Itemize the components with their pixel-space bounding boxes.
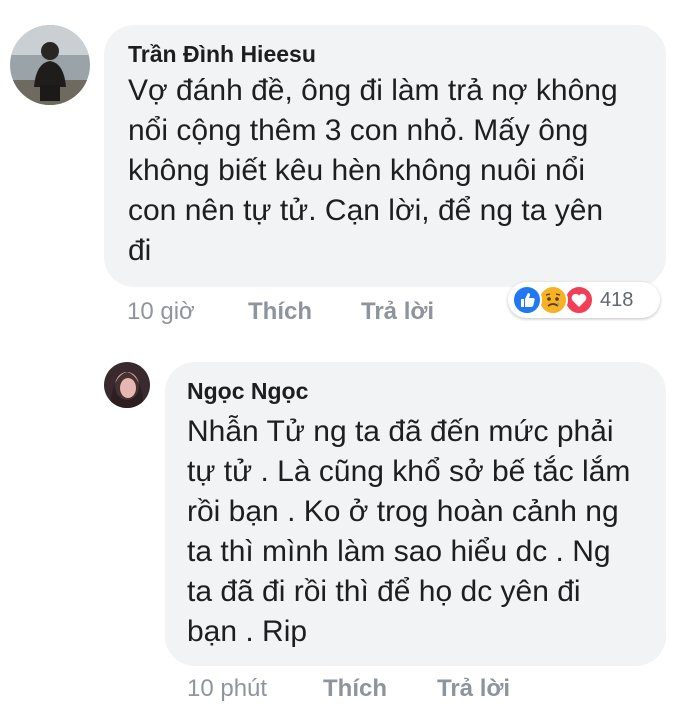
comment-text-line: nổi cộng thêm 3 con nhỏ. Mấy ông (128, 114, 589, 147)
comment-text-line: tự tử . Là cũng khổ sở bế tắc lắm (187, 455, 631, 488)
comment-bubble-1: Trần Đình Hieesu Vợ đánh đề, ông đi làm … (104, 25, 666, 287)
love-icon (564, 285, 594, 315)
comment-text-2: Nhẫn Tử ng ta đã đến mức phải tự tử . Là… (187, 412, 666, 652)
comment-text-line: con nên tự tử. Cạn lời, để ng ta yên (128, 194, 604, 227)
comment-author-1[interactable]: Trần Đình Hieesu (128, 39, 666, 69)
like-icon (512, 285, 542, 315)
avatar-commenter-1[interactable] (10, 25, 90, 105)
reaction-summary[interactable]: 418 (508, 282, 660, 318)
comment-text-line: ta thì mình làm sao hiểu dc . Ng (187, 535, 611, 568)
comment-text-1: Vợ đánh đề, ông đi làm trả nợ không nổi … (128, 71, 666, 271)
like-button[interactable]: Thích (323, 674, 387, 704)
comment-text-line: bạn . Rip (187, 615, 308, 648)
reaction-count: 418 (600, 289, 634, 311)
comment-text-line: Nhẫn Tử ng ta đã đến mức phải (187, 415, 614, 448)
comment-text-line: không biết kêu hèn không nuôi nổi (128, 154, 586, 187)
comment-text-line: đi (128, 234, 152, 267)
comment-bubble-2: Ngọc Ngọc Nhẫn Tử ng ta đã đến mức phải … (165, 362, 666, 666)
comment-actions-1: 10 giờ Thích Trả lời (127, 297, 527, 327)
comment-text-line: Vợ đánh đề, ông đi làm trả nợ không (128, 74, 618, 107)
comment-actions-2: 10 phút Thích Trả lời (187, 674, 587, 704)
comment-author-2[interactable]: Ngọc Ngọc (187, 376, 666, 406)
comment-text-line: ta đã đi rồi thì để họ dc yên đi (187, 575, 581, 608)
sad-icon (538, 285, 568, 315)
reply-button[interactable]: Trả lời (361, 297, 434, 327)
comment-text-line: rồi bạn . Ko ở trog hoàn cảnh ng (187, 495, 619, 528)
comment-timestamp[interactable]: 10 giờ (127, 297, 195, 327)
reply-button[interactable]: Trả lời (437, 674, 510, 704)
comment-timestamp[interactable]: 10 phút (187, 674, 267, 704)
avatar-commenter-2[interactable] (104, 362, 150, 408)
like-button[interactable]: Thích (248, 297, 312, 327)
